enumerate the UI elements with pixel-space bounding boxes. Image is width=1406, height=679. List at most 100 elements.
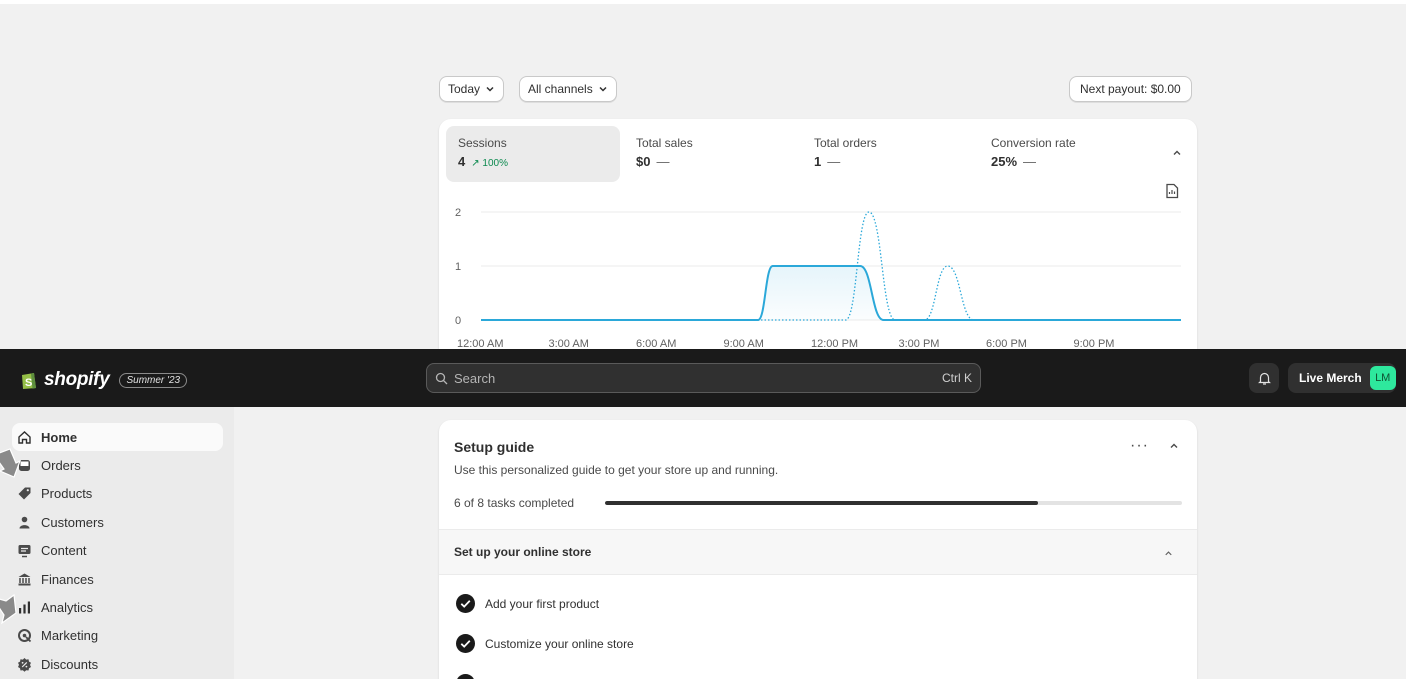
progress-fill (605, 501, 1038, 505)
section-header[interactable]: Set up your online store (439, 529, 1197, 575)
top-bar: S shopify Summer '23 Ctrl K Live Merch L… (0, 349, 1406, 407)
sidebar-item-label: Home (41, 429, 78, 445)
task-label: Add your first product (485, 596, 600, 611)
check-circle-icon (456, 634, 475, 653)
channels-filter-button[interactable]: All channels (519, 76, 617, 102)
sidebar-item-marketing[interactable]: Marketing (12, 622, 223, 650)
date-filter-button[interactable]: Today (439, 76, 505, 102)
analytics-card: Sessions 4 ↗ 100% Total sales $0 — Total… (439, 119, 1197, 349)
y-tick-label: 2 (455, 207, 461, 219)
next-payout-label: Next payout: $0.00 (1080, 82, 1181, 96)
shopify-bag-icon: S (22, 373, 36, 389)
sidebar-item-label: Marketing (41, 628, 99, 644)
chevron-up-icon[interactable] (1163, 548, 1174, 559)
sidebar-item-discounts[interactable]: Discounts (12, 650, 223, 678)
metric-value: 4 (458, 154, 466, 169)
metric-trend: — (1023, 154, 1037, 169)
setup-guide-subtitle: Use this personalized guide to get your … (454, 463, 779, 477)
pointer-arrow-icon (0, 593, 17, 625)
sidebar: Home Orders Products Customers Content F… (0, 407, 234, 679)
task-item[interactable] (456, 674, 475, 679)
setup-guide-card: Setup guide Use this personalized guide … (439, 420, 1197, 679)
sidebar-item-label: Analytics (41, 600, 94, 616)
y-tick-label: 1 (455, 261, 461, 273)
sidebar-item-label: Discounts (41, 656, 99, 672)
task-item[interactable]: Customize your online store (456, 634, 634, 653)
metric-label: Sessions (458, 136, 507, 150)
check-circle-icon (456, 594, 475, 613)
more-options-button[interactable]: ··· (1130, 437, 1149, 455)
metric-total-sales[interactable]: Total sales $0 — (624, 126, 798, 182)
x-tick-label: 9:00 PM (1074, 338, 1115, 349)
metric-trend: ↗ 100% (471, 158, 508, 169)
brand-name: shopify (44, 369, 110, 390)
sidebar-item-label: Orders (41, 458, 81, 474)
bell-icon (1257, 372, 1271, 385)
search-icon (435, 372, 448, 384)
check-circle-icon (457, 674, 474, 679)
chevron-down-icon (599, 86, 607, 92)
x-tick-label: 12:00 PM (811, 338, 858, 349)
chevron-up-icon[interactable] (1171, 147, 1183, 159)
sidebar-item-label: Content (41, 543, 87, 559)
sessions-chart: 2 1 0 12:00 AM 3:00 AM 6:00 AM 9:00 AM 12:00 PM… (455, 207, 1181, 349)
metric-label: Conversion rate (991, 136, 1076, 150)
metric-value: 25% (991, 154, 1018, 169)
sidebar-item-label: Products (41, 486, 93, 502)
shopify-logo[interactable]: S shopify Summer '23 (20, 369, 188, 391)
sidebar-item-content[interactable]: Content (12, 537, 223, 565)
analytics-area: Today All channels Next payout: $0.00 Se… (0, 0, 1406, 349)
export-report-icon[interactable] (1165, 183, 1179, 199)
home-icon (17, 430, 32, 445)
sidebar-item-finances[interactable]: Finances (12, 565, 223, 593)
svg-text:S: S (25, 377, 32, 389)
section-title: Set up your online store (454, 545, 592, 559)
x-tick-label: 3:00 AM (549, 338, 589, 349)
metric-trend: — (656, 154, 670, 169)
tag-icon (17, 486, 32, 501)
metric-total-orders[interactable]: Total orders 1 — (802, 126, 976, 182)
sidebar-item-label: Customers (41, 514, 104, 530)
search-shortcut: Ctrl K (942, 371, 972, 385)
x-tick-label: 6:00 AM (636, 338, 676, 349)
metric-label: Total orders (814, 136, 877, 150)
metric-value: 1 (814, 154, 822, 169)
content-icon (17, 543, 32, 558)
discount-icon (17, 657, 32, 672)
store-menu-button[interactable]: Live Merch LM (1288, 363, 1396, 393)
metric-value: $0 (636, 154, 651, 169)
sidebar-item-label: Finances (41, 571, 94, 587)
metric-conversion-rate[interactable]: Conversion rate 25% — (979, 126, 1153, 182)
chevron-up-icon[interactable] (1168, 440, 1180, 452)
person-icon (17, 515, 32, 530)
progress-label: 6 of 8 tasks completed (454, 496, 575, 510)
notifications-button[interactable] (1249, 363, 1279, 393)
store-name: Live Merch (1299, 371, 1362, 385)
metric-trend: — (827, 154, 841, 169)
x-tick-label: 6:00 PM (986, 338, 1027, 349)
metric-sessions[interactable]: Sessions 4 ↗ 100% (446, 126, 620, 182)
sidebar-item-customers[interactable]: Customers (12, 508, 223, 536)
x-tick-label: 9:00 AM (724, 338, 764, 349)
channels-filter-label: All channels (528, 82, 593, 96)
sidebar-item-orders[interactable]: Orders (12, 451, 223, 479)
store-avatar: LM (1369, 366, 1396, 390)
edition-badge: Summer '23 (119, 372, 188, 388)
date-filter-label: Today (448, 82, 481, 96)
task-label: Customize your online store (485, 636, 634, 651)
metric-label: Total sales (636, 136, 693, 150)
sidebar-item-products[interactable]: Products (12, 480, 223, 508)
search-input[interactable] (454, 370, 936, 386)
y-tick-label: 0 (455, 315, 461, 327)
top-edge (0, 0, 1406, 4)
bank-icon (17, 572, 32, 587)
setup-guide-title: Setup guide (454, 439, 535, 455)
pointer-arrow-icon (0, 448, 22, 478)
next-payout-button[interactable]: Next payout: $0.00 (1069, 76, 1192, 102)
sidebar-item-home[interactable]: Home (12, 423, 223, 452)
search-bar[interactable]: Ctrl K (426, 363, 981, 393)
x-tick-label: 12:00 AM (457, 338, 503, 349)
task-item[interactable]: Add your first product (456, 594, 599, 613)
chevron-down-icon (486, 86, 494, 92)
sidebar-item-analytics[interactable]: Analytics (12, 593, 223, 621)
